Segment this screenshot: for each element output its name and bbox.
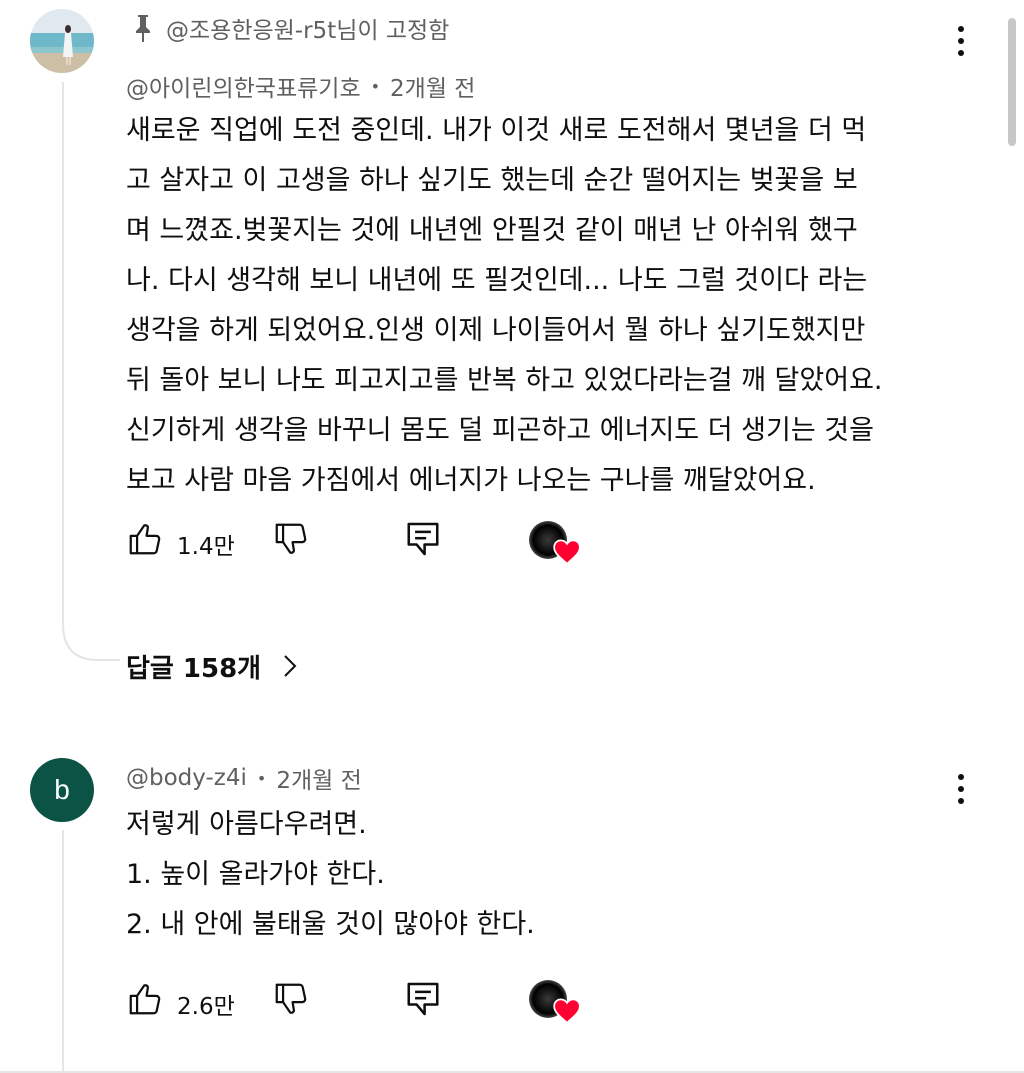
comment-time[interactable]: 2개월 전 <box>390 69 475 103</box>
separator-dot: • <box>370 76 381 96</box>
like-button[interactable] <box>126 980 166 1020</box>
thread-line <box>62 830 64 1073</box>
thumbs-up-icon <box>129 984 161 1015</box>
replies-label: 답글 158개 <box>126 653 262 684</box>
comment-line: 뒤 돌아 보니 나도 피고지고를 반복 하고 있었다라는걸 깨 달았어요. <box>126 365 883 396</box>
like-count: 2.6만 <box>177 994 235 1020</box>
thumbs-down-icon <box>275 983 307 1014</box>
reply-button[interactable] <box>404 519 444 559</box>
dislike-button[interactable] <box>272 520 312 560</box>
chevron-right-icon <box>284 655 297 677</box>
comment-header: @body-z4i • 2개월 전 <box>126 762 362 794</box>
author-name[interactable]: @body-z4i <box>126 765 247 791</box>
creator-heart <box>527 519 587 569</box>
heart-icon <box>553 539 581 565</box>
avatar[interactable]: b <box>30 758 94 822</box>
pin-icon <box>130 13 156 43</box>
scrollbar-track[interactable] <box>1006 0 1016 1073</box>
avatar-photo <box>30 9 94 73</box>
comment-line: 보고 사람 마음 가짐에서 에너지가 나오는 구나를 깨달았어요. <box>126 465 816 496</box>
comment-header: @아이린의한국표류기호 • 2개월 전 <box>126 70 475 102</box>
scrollbar-thumb[interactable] <box>1008 18 1016 146</box>
separator-dot: • <box>256 768 267 788</box>
comment-text: 저렇게 아름다우려면. 1. 높이 올라가야 한다. 2. 내 안에 불태울 것… <box>126 800 535 950</box>
dislike-button[interactable] <box>272 980 312 1020</box>
comment-text: 새로운 직업에 도전 중인데. 내가 이것 새로 도전해서 몇년을 더 먹 고 … <box>126 106 883 506</box>
creator-heart <box>527 978 587 1028</box>
like-button[interactable] <box>126 520 166 560</box>
author-name[interactable]: @아이린의한국표류기호 <box>126 69 361 103</box>
comment-line: 새로운 직업에 도전 중인데. 내가 이것 새로 도전해서 몇년을 더 먹 <box>126 115 867 146</box>
comment-line: 고 살자고 이 고생을 하나 싶기도 했는데 순간 떨어지는 벚꽃을 보 <box>126 165 858 196</box>
reply-icon <box>407 522 439 556</box>
comment-line: 저렇게 아름다우려면. <box>126 809 367 840</box>
pinned-label: @조용한응원-r5t님이 고정함 <box>166 18 450 44</box>
comment-line: 신기하게 생각을 바꾸니 몸도 덜 피곤하고 에너지도 더 생기는 것을 <box>126 415 874 446</box>
comment-line: 나. 다시 생각해 보니 내년에 또 필것인데... 나도 그럴 것이다 라는 <box>126 265 868 296</box>
thumbs-up-icon <box>129 524 161 555</box>
pinned-row: @조용한응원-r5t님이 고정함 <box>130 12 449 44</box>
comment-line: 며 느꼈죠.벚꽃지는 것에 내년엔 안필것 같이 매년 난 아쉬워 했구 <box>126 215 858 246</box>
avatar-letter: b <box>54 774 70 805</box>
reply-icon <box>407 982 439 1016</box>
avatar[interactable] <box>30 9 94 73</box>
like-count: 1.4만 <box>177 534 235 560</box>
comment-time[interactable]: 2개월 전 <box>276 761 361 795</box>
comment-line: 2. 내 안에 불태울 것이 많아야 한다. <box>126 909 535 940</box>
heart-icon <box>553 998 581 1024</box>
thread-curve <box>62 612 120 661</box>
thumbs-down-icon <box>275 523 307 554</box>
reply-button[interactable] <box>404 979 444 1019</box>
comment-line: 1. 높이 올라가야 한다. <box>126 859 385 890</box>
comment-line: 생각을 하게 되었어요.인생 이제 나이들어서 뭘 하나 싶기도했지만 <box>126 315 866 346</box>
more-vert-icon[interactable] <box>958 26 964 62</box>
more-vert-icon[interactable] <box>958 774 964 810</box>
thread-line <box>62 82 64 622</box>
view-replies-button[interactable]: 답글 158개 <box>126 646 301 686</box>
